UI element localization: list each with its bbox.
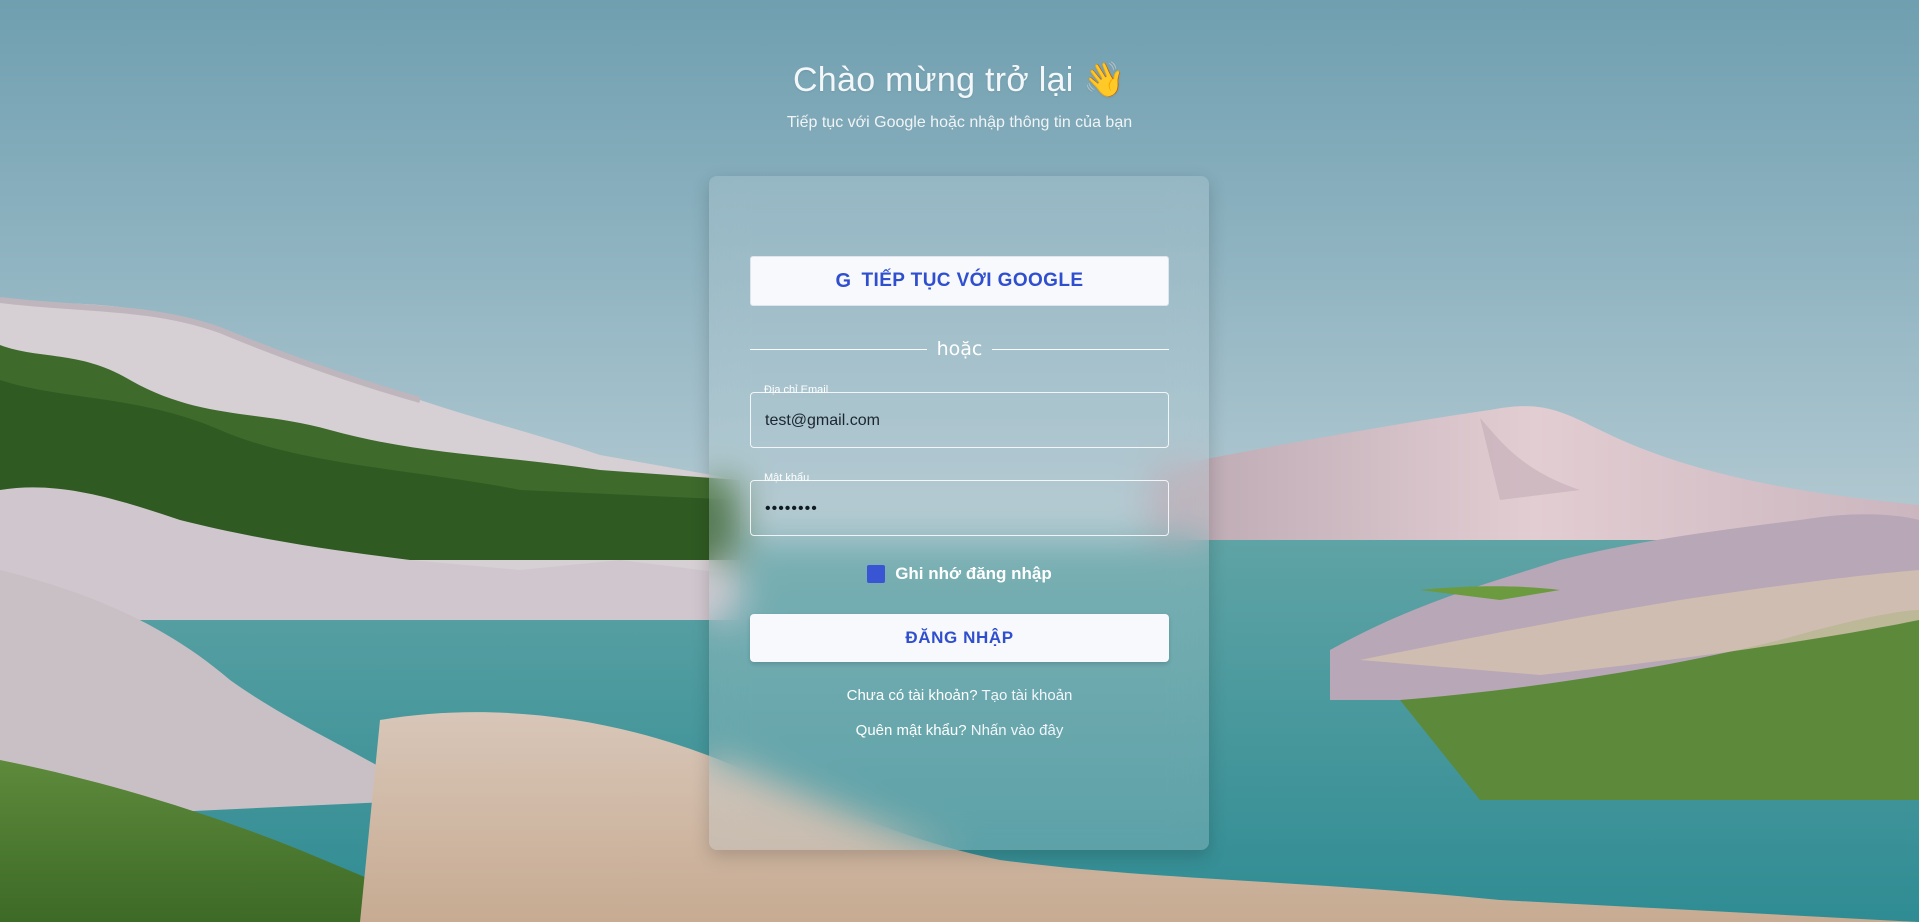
divider-line-right [992,348,1170,350]
remember-me[interactable]: Ghi nhớ đăng nhập [750,564,1169,584]
password-input[interactable] [763,481,1157,537]
signup-row: Chưa có tài khoản? Tạo tài khoản [750,687,1169,704]
page-title: Chào mừng trở lại 👋 [792,61,1127,99]
google-signin-label: TIẾP TỤC VỚI GOOGLE [861,270,1084,291]
email-input[interactable] [763,393,1157,449]
password-field: Mật khẩu [750,472,1169,537]
divider-line-left [750,348,927,350]
login-button[interactable]: ĐĂNG NHẬP [750,614,1169,662]
google-signin-button[interactable]: G TIẾP TỤC VỚI GOOGLE [750,256,1169,306]
email-field: Địa chỉ Email [750,384,1169,449]
signup-prompt: Chưa có tài khoản? [846,687,978,704]
page-subtitle: Tiếp tục với Google hoặc nhập thông tin … [786,114,1133,131]
login-form: G TIẾP TỤC VỚI GOOGLE hoặc Địa chỉ Email… [750,256,1170,739]
create-account-link[interactable]: Tạo tài khoản [981,687,1072,704]
or-divider: hoặc [750,338,1170,360]
forgot-password-prompt: Quên mật khẩu? [855,722,967,739]
google-icon: G [835,269,852,292]
forgot-password-link[interactable]: Nhấn vào đây [971,722,1064,739]
forgot-password-row: Quên mật khẩu? Nhấn vào đây [750,722,1169,739]
divider-label: hoặc [936,338,983,360]
welcome-header: Chào mừng trở lại 👋 Tiếp tục với Google … [0,60,1919,132]
remember-me-label: Ghi nhớ đăng nhập [895,564,1052,583]
login-card: G TIẾP TỤC VỚI GOOGLE hoặc Địa chỉ Email… [709,176,1209,850]
remember-me-checkbox[interactable] [867,565,886,583]
